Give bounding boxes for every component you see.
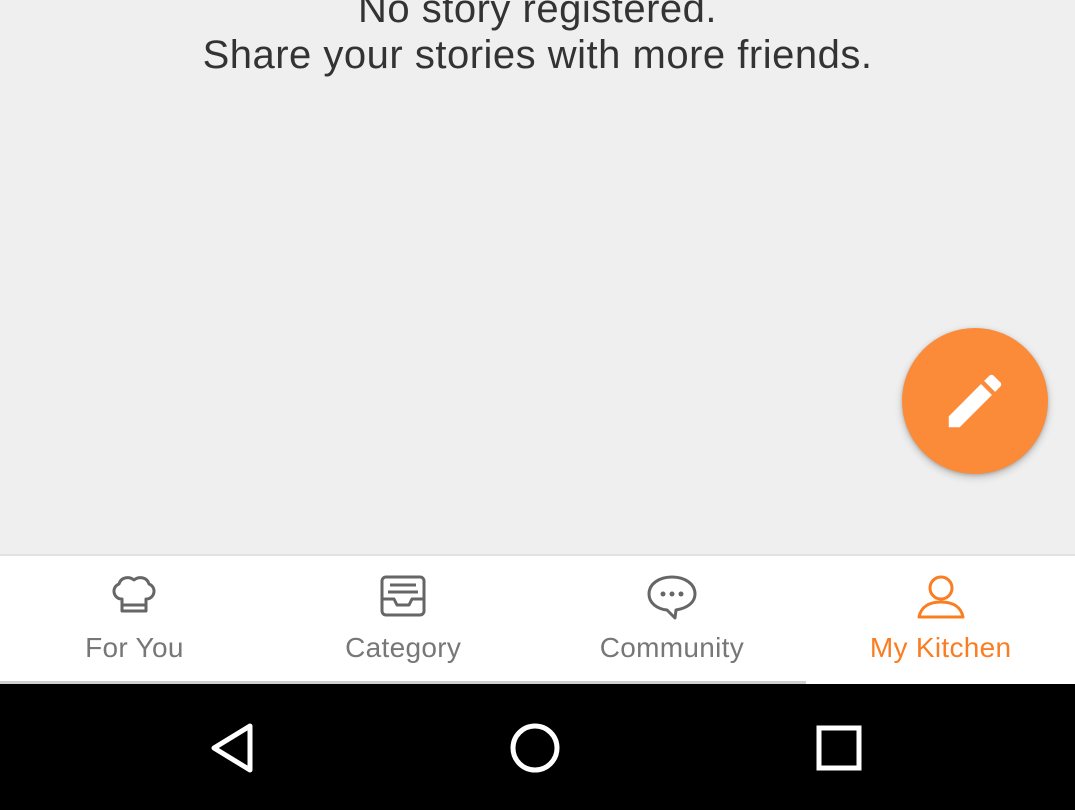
write-story-button[interactable] <box>902 328 1048 474</box>
chef-hat-icon <box>107 572 161 622</box>
person-icon <box>914 572 968 622</box>
home-button[interactable] <box>509 722 561 774</box>
back-button[interactable] <box>206 722 258 774</box>
tab-for-you[interactable]: For You <box>0 556 269 684</box>
empty-state-line1: No story registered. <box>357 0 718 31</box>
tab-category-label: Category <box>345 632 462 663</box>
tab-my-kitchen[interactable]: My Kitchen <box>806 556 1075 684</box>
bottom-tab-bar: For You Category Community My Kitchen <box>0 554 1075 684</box>
tab-my-kitchen-label: My Kitchen <box>869 632 1012 663</box>
pencil-icon <box>948 374 1002 428</box>
story-list-area: No story registered. Share your stories … <box>0 0 1075 554</box>
tab-for-you-label: For You <box>85 632 184 663</box>
chat-bubble-icon <box>645 572 699 622</box>
empty-state-line2: Share your stories with more friends. <box>202 33 873 77</box>
tab-category[interactable]: Category <box>268 556 538 684</box>
recents-button[interactable] <box>813 722 865 774</box>
home-circle-icon <box>510 723 560 773</box>
back-triangle-icon <box>211 723 253 773</box>
recents-square-icon <box>816 725 862 771</box>
tab-community[interactable]: Community <box>537 556 807 684</box>
empty-state-message: No story registered. Share your stories … <box>0 0 1075 78</box>
system-navigation-bar <box>0 684 1075 810</box>
inbox-tray-icon <box>376 572 430 622</box>
tab-community-label: Community <box>599 632 745 663</box>
